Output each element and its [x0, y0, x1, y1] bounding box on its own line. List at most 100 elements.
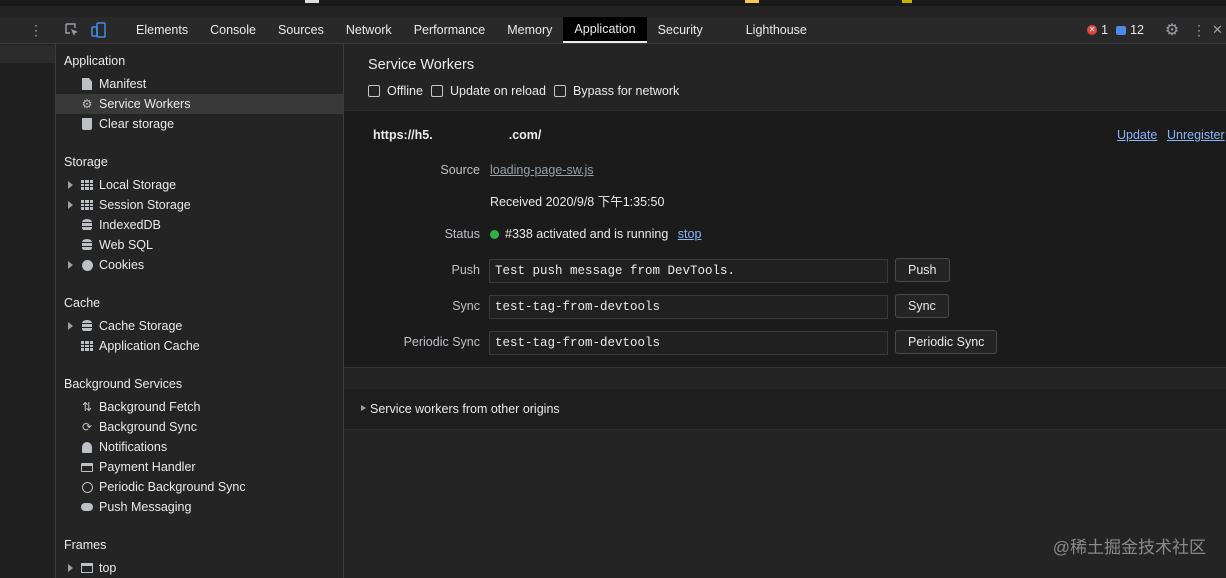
- grid-icon: [80, 178, 94, 192]
- stop-link[interactable]: stop: [678, 227, 702, 241]
- trash-icon: [80, 117, 94, 131]
- sidebar-item-manifest[interactable]: Manifest: [56, 74, 343, 94]
- status-value: #338 activated and is running stop: [490, 227, 701, 241]
- sidebar-item-payment-handler[interactable]: Payment Handler: [56, 457, 343, 477]
- sidebar-item-service-workers[interactable]: ⚙ Service Workers: [56, 94, 343, 114]
- bypass-for-network-checkbox[interactable]: Bypass for network: [554, 84, 679, 98]
- expand-arrow-icon[interactable]: [68, 201, 73, 209]
- service-workers-pane: Service Workers Offline Update on reload…: [344, 44, 1226, 578]
- section-application: Application: [64, 54, 126, 68]
- cloud-icon: [80, 500, 94, 514]
- tab-network[interactable]: Network: [335, 17, 403, 43]
- close-devtools-icon[interactable]: ✕: [1212, 22, 1226, 38]
- sidebar-item-notifications[interactable]: Notifications: [56, 437, 343, 457]
- tab-sources[interactable]: Sources: [267, 17, 335, 43]
- status-label: Status: [444, 227, 480, 241]
- other-origins-label: Service workers from other origins: [370, 402, 560, 416]
- offline-checkbox[interactable]: Offline: [368, 84, 423, 98]
- expand-arrow-icon[interactable]: [68, 261, 73, 269]
- section-background-services: Background Services: [64, 377, 183, 391]
- periodic-sync-label: Periodic Sync: [403, 335, 480, 349]
- tab-application[interactable]: Application: [563, 17, 647, 43]
- push-message-input[interactable]: Test push message from DevTools.: [489, 259, 888, 283]
- device-toggle-icon[interactable]: [88, 17, 110, 43]
- application-sidebar: Application Manifest ⚙ Service Workers C…: [56, 44, 344, 578]
- section-cache: Cache: [64, 296, 101, 310]
- section-frames: Frames: [64, 538, 107, 552]
- tab-security[interactable]: Security: [647, 17, 735, 43]
- update-on-reload-checkbox[interactable]: Update on reload: [431, 84, 546, 98]
- received-time: Received 2020/9/8 下午1:35:50: [490, 195, 665, 209]
- push-label: Push: [451, 263, 481, 277]
- database-icon: [80, 238, 94, 252]
- sidebar-item-background-sync[interactable]: ⟳ Background Sync: [56, 417, 343, 437]
- clock-icon: [80, 480, 94, 494]
- sidebar-item-application-cache[interactable]: Application Cache: [56, 336, 343, 356]
- error-icon: ✕: [1087, 25, 1098, 35]
- checkbox-box[interactable]: [554, 85, 566, 97]
- settings-gear-icon[interactable]: ⚙: [1158, 20, 1186, 40]
- update-link[interactable]: Update: [1117, 128, 1157, 142]
- sync-tag-input[interactable]: test-tag-from-devtools: [489, 295, 888, 319]
- cookie-icon: [80, 258, 94, 272]
- messages-count: 12: [1130, 23, 1144, 37]
- bell-icon: [80, 440, 94, 454]
- errors-count: 1: [1101, 23, 1109, 37]
- expand-arrow-icon[interactable]: [68, 181, 73, 189]
- sidebar-item-cookies[interactable]: Cookies: [56, 255, 343, 275]
- unregister-link[interactable]: Unregister: [1167, 128, 1225, 142]
- messages-badge[interactable]: 12: [1116, 23, 1144, 37]
- panel-tabs: Elements Console Sources Network Perform…: [125, 17, 818, 43]
- document-icon: [80, 77, 94, 91]
- database-icon: [80, 319, 94, 333]
- checkbox-box[interactable]: [431, 85, 443, 97]
- sync-label: Sync: [452, 299, 480, 313]
- periodic-sync-tag-input[interactable]: test-tag-from-devtools: [489, 331, 888, 355]
- section-storage: Storage: [64, 155, 108, 169]
- window-frame-icon: [80, 561, 94, 575]
- up-down-arrows-icon: ⇅: [81, 400, 93, 414]
- sync-icon: ⟳: [81, 420, 93, 434]
- inspect-element-icon[interactable]: [62, 17, 82, 43]
- toolbar-right: ✕ 1 12 ⚙ ⋮ ✕: [1087, 17, 1226, 43]
- sidebar-item-local-storage[interactable]: Local Storage: [56, 175, 343, 195]
- worker-origin: https://h5. .com/: [373, 128, 542, 142]
- left-gutter: [0, 17, 56, 578]
- more-vertical-icon[interactable]: ⋮: [28, 17, 44, 43]
- sidebar-item-indexeddb[interactable]: IndexedDB: [56, 215, 343, 235]
- expand-arrow-icon[interactable]: [361, 405, 366, 411]
- status-running-icon: [490, 230, 499, 239]
- tab-console[interactable]: Console: [199, 17, 267, 43]
- tab-performance[interactable]: Performance: [403, 17, 497, 43]
- other-origins-row[interactable]: Service workers from other origins: [344, 389, 1226, 430]
- expand-arrow-icon[interactable]: [68, 564, 73, 572]
- gear-icon: ⚙: [81, 97, 93, 111]
- expand-arrow-icon[interactable]: [68, 322, 73, 330]
- sidebar-item-periodic-background-sync[interactable]: Periodic Background Sync: [56, 477, 343, 497]
- top-strip: [0, 0, 1226, 6]
- page-title: Service Workers: [368, 57, 475, 73]
- tab-elements[interactable]: Elements: [125, 17, 199, 43]
- source-file-link[interactable]: loading-page-sw.js: [490, 163, 594, 177]
- more-options-icon[interactable]: ⋮: [1186, 22, 1212, 39]
- grid-icon: [80, 339, 94, 353]
- message-icon: [1116, 25, 1127, 35]
- source-label: Source: [440, 163, 480, 177]
- card-icon: [80, 460, 94, 474]
- sidebar-item-frame-top[interactable]: top: [56, 558, 343, 578]
- sidebar-item-session-storage[interactable]: Session Storage: [56, 195, 343, 215]
- checkbox-box[interactable]: [368, 85, 380, 97]
- sync-button[interactable]: Sync: [895, 294, 949, 318]
- sidebar-item-web-sql[interactable]: Web SQL: [56, 235, 343, 255]
- errors-badge[interactable]: ✕ 1: [1087, 23, 1108, 37]
- periodic-sync-button[interactable]: Periodic Sync: [895, 330, 998, 354]
- sidebar-item-push-messaging[interactable]: Push Messaging: [56, 497, 343, 517]
- sidebar-item-background-fetch[interactable]: ⇅ Background Fetch: [56, 397, 343, 417]
- push-button[interactable]: Push: [895, 258, 950, 282]
- sidebar-item-clear-storage[interactable]: Clear storage: [56, 114, 343, 134]
- tab-memory[interactable]: Memory: [496, 17, 563, 43]
- grid-icon: [80, 198, 94, 212]
- tab-lighthouse[interactable]: Lighthouse: [735, 17, 818, 43]
- sidebar-item-cache-storage[interactable]: Cache Storage: [56, 316, 343, 336]
- watermark: @稀土掘金技术社区: [1052, 538, 1206, 557]
